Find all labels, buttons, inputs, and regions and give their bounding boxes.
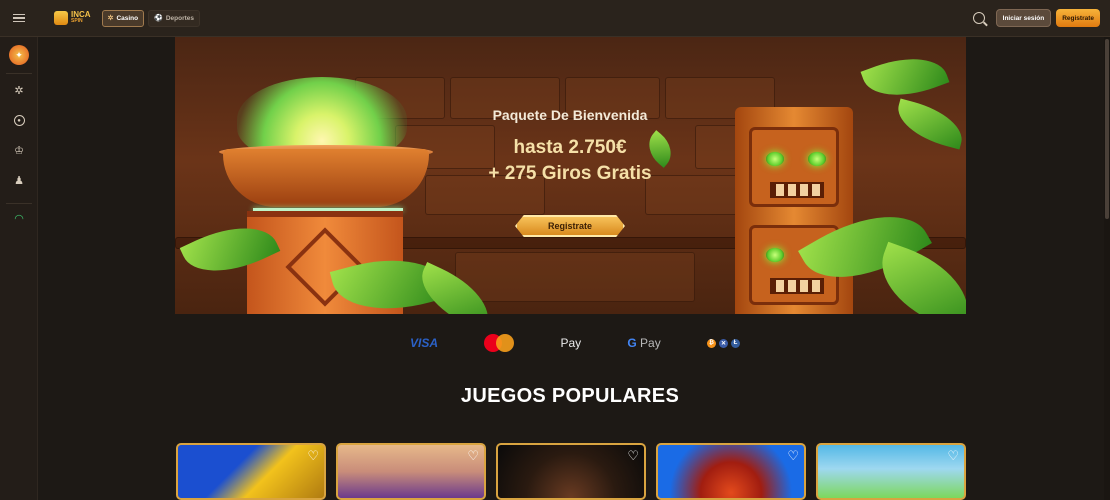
promo-amount: hasta 2.750€ bbox=[513, 137, 627, 158]
live-casino-icon: ● bbox=[13, 115, 25, 126]
promo-spins: + 275 Giros Gratis bbox=[488, 163, 652, 184]
game-card[interactable]: ♡ bbox=[656, 443, 806, 500]
top-nav: ✲ Casino ⚽ Deportes bbox=[101, 9, 201, 27]
register-button[interactable]: Registrate bbox=[1056, 9, 1100, 27]
popular-games-title: JUEGOS POPULARES bbox=[460, 385, 680, 407]
table-games-icon: ♔ bbox=[14, 144, 24, 157]
favorite-heart-icon[interactable]: ♡ bbox=[947, 449, 959, 462]
brand-subname: SPIN bbox=[71, 18, 83, 24]
crypto-logos: ₿ ✕ Ł bbox=[706, 338, 740, 348]
sidebar-item-crash[interactable]: ♟ bbox=[0, 175, 38, 187]
scrollbar-thumb[interactable] bbox=[1105, 39, 1109, 219]
game-card[interactable]: ♡ bbox=[176, 443, 326, 500]
ripple-icon: ✕ bbox=[718, 338, 728, 348]
bitcoin-icon: ₿ bbox=[706, 338, 716, 348]
brand-logo[interactable]: INCA SPIN bbox=[54, 11, 91, 25]
top-bar: INCA SPIN ✲ Casino ⚽ Deportes Iniciar se… bbox=[0, 0, 1110, 37]
mastercard-logo bbox=[484, 334, 515, 352]
support-headset-icon: ◠ bbox=[14, 212, 24, 225]
visa-logo: VISA bbox=[410, 336, 439, 350]
game-card[interactable]: ♡ bbox=[816, 443, 966, 500]
menu-icon[interactable] bbox=[0, 0, 38, 37]
apple-pay-logo: Pay bbox=[560, 336, 582, 350]
sidebar-item-casino[interactable]: ✲ bbox=[0, 85, 38, 97]
sidebar-item-live[interactable]: ● bbox=[0, 115, 38, 126]
promo-text-block: Paquete De Bienvenida hasta 2.750€ + 275… bbox=[455, 107, 685, 187]
banner-register-button[interactable]: Registrate bbox=[515, 215, 625, 237]
favorite-heart-icon[interactable]: ♡ bbox=[307, 449, 319, 462]
tab-deportes-label: Deportes bbox=[165, 14, 195, 22]
sports-ball-icon: ⚽ bbox=[154, 15, 163, 22]
game-card[interactable]: ♡ bbox=[496, 443, 646, 500]
tab-casino[interactable]: ✲ Casino bbox=[101, 9, 145, 27]
logo-mark-icon bbox=[54, 11, 68, 25]
favorite-heart-icon[interactable]: ♡ bbox=[627, 449, 639, 462]
promo-subtitle: Paquete De Bienvenida bbox=[492, 107, 648, 123]
login-button[interactable]: Iniciar sesión bbox=[995, 9, 1052, 27]
sidebar: ✦ ✲ ● ♔ ♟ ◠ bbox=[0, 37, 38, 500]
game-card[interactable]: ♡ bbox=[336, 443, 486, 500]
sidebar-item-table-games[interactable]: ♔ bbox=[0, 145, 38, 157]
casino-chip-icon: ✲ bbox=[107, 15, 114, 22]
litecoin-icon: Ł bbox=[730, 338, 740, 348]
promo-gift-icon: ✦ bbox=[9, 45, 29, 65]
search-icon[interactable] bbox=[972, 12, 985, 24]
fire-bowl-illustration bbox=[223, 149, 429, 207]
sidebar-item-support[interactable]: ◠ bbox=[0, 213, 38, 225]
brand-name: INCA bbox=[71, 10, 91, 19]
favorite-heart-icon[interactable]: ♡ bbox=[787, 449, 799, 462]
payment-methods: VISA Pay G Pay ₿ ✕ Ł bbox=[410, 333, 740, 353]
favorite-heart-icon[interactable]: ♡ bbox=[467, 449, 479, 462]
welcome-banner[interactable]: Paquete De Bienvenida hasta 2.750€ + 275… bbox=[175, 37, 966, 314]
casino-chip-icon: ✲ bbox=[14, 84, 24, 97]
tab-casino-label: Casino bbox=[116, 14, 139, 22]
inca-totem-illustration bbox=[735, 107, 853, 314]
sidebar-item-promotions[interactable]: ✦ bbox=[0, 45, 38, 65]
google-pay-logo: G Pay bbox=[627, 336, 661, 350]
crash-games-icon: ♟ bbox=[14, 174, 24, 187]
tab-deportes[interactable]: ⚽ Deportes bbox=[148, 9, 201, 27]
